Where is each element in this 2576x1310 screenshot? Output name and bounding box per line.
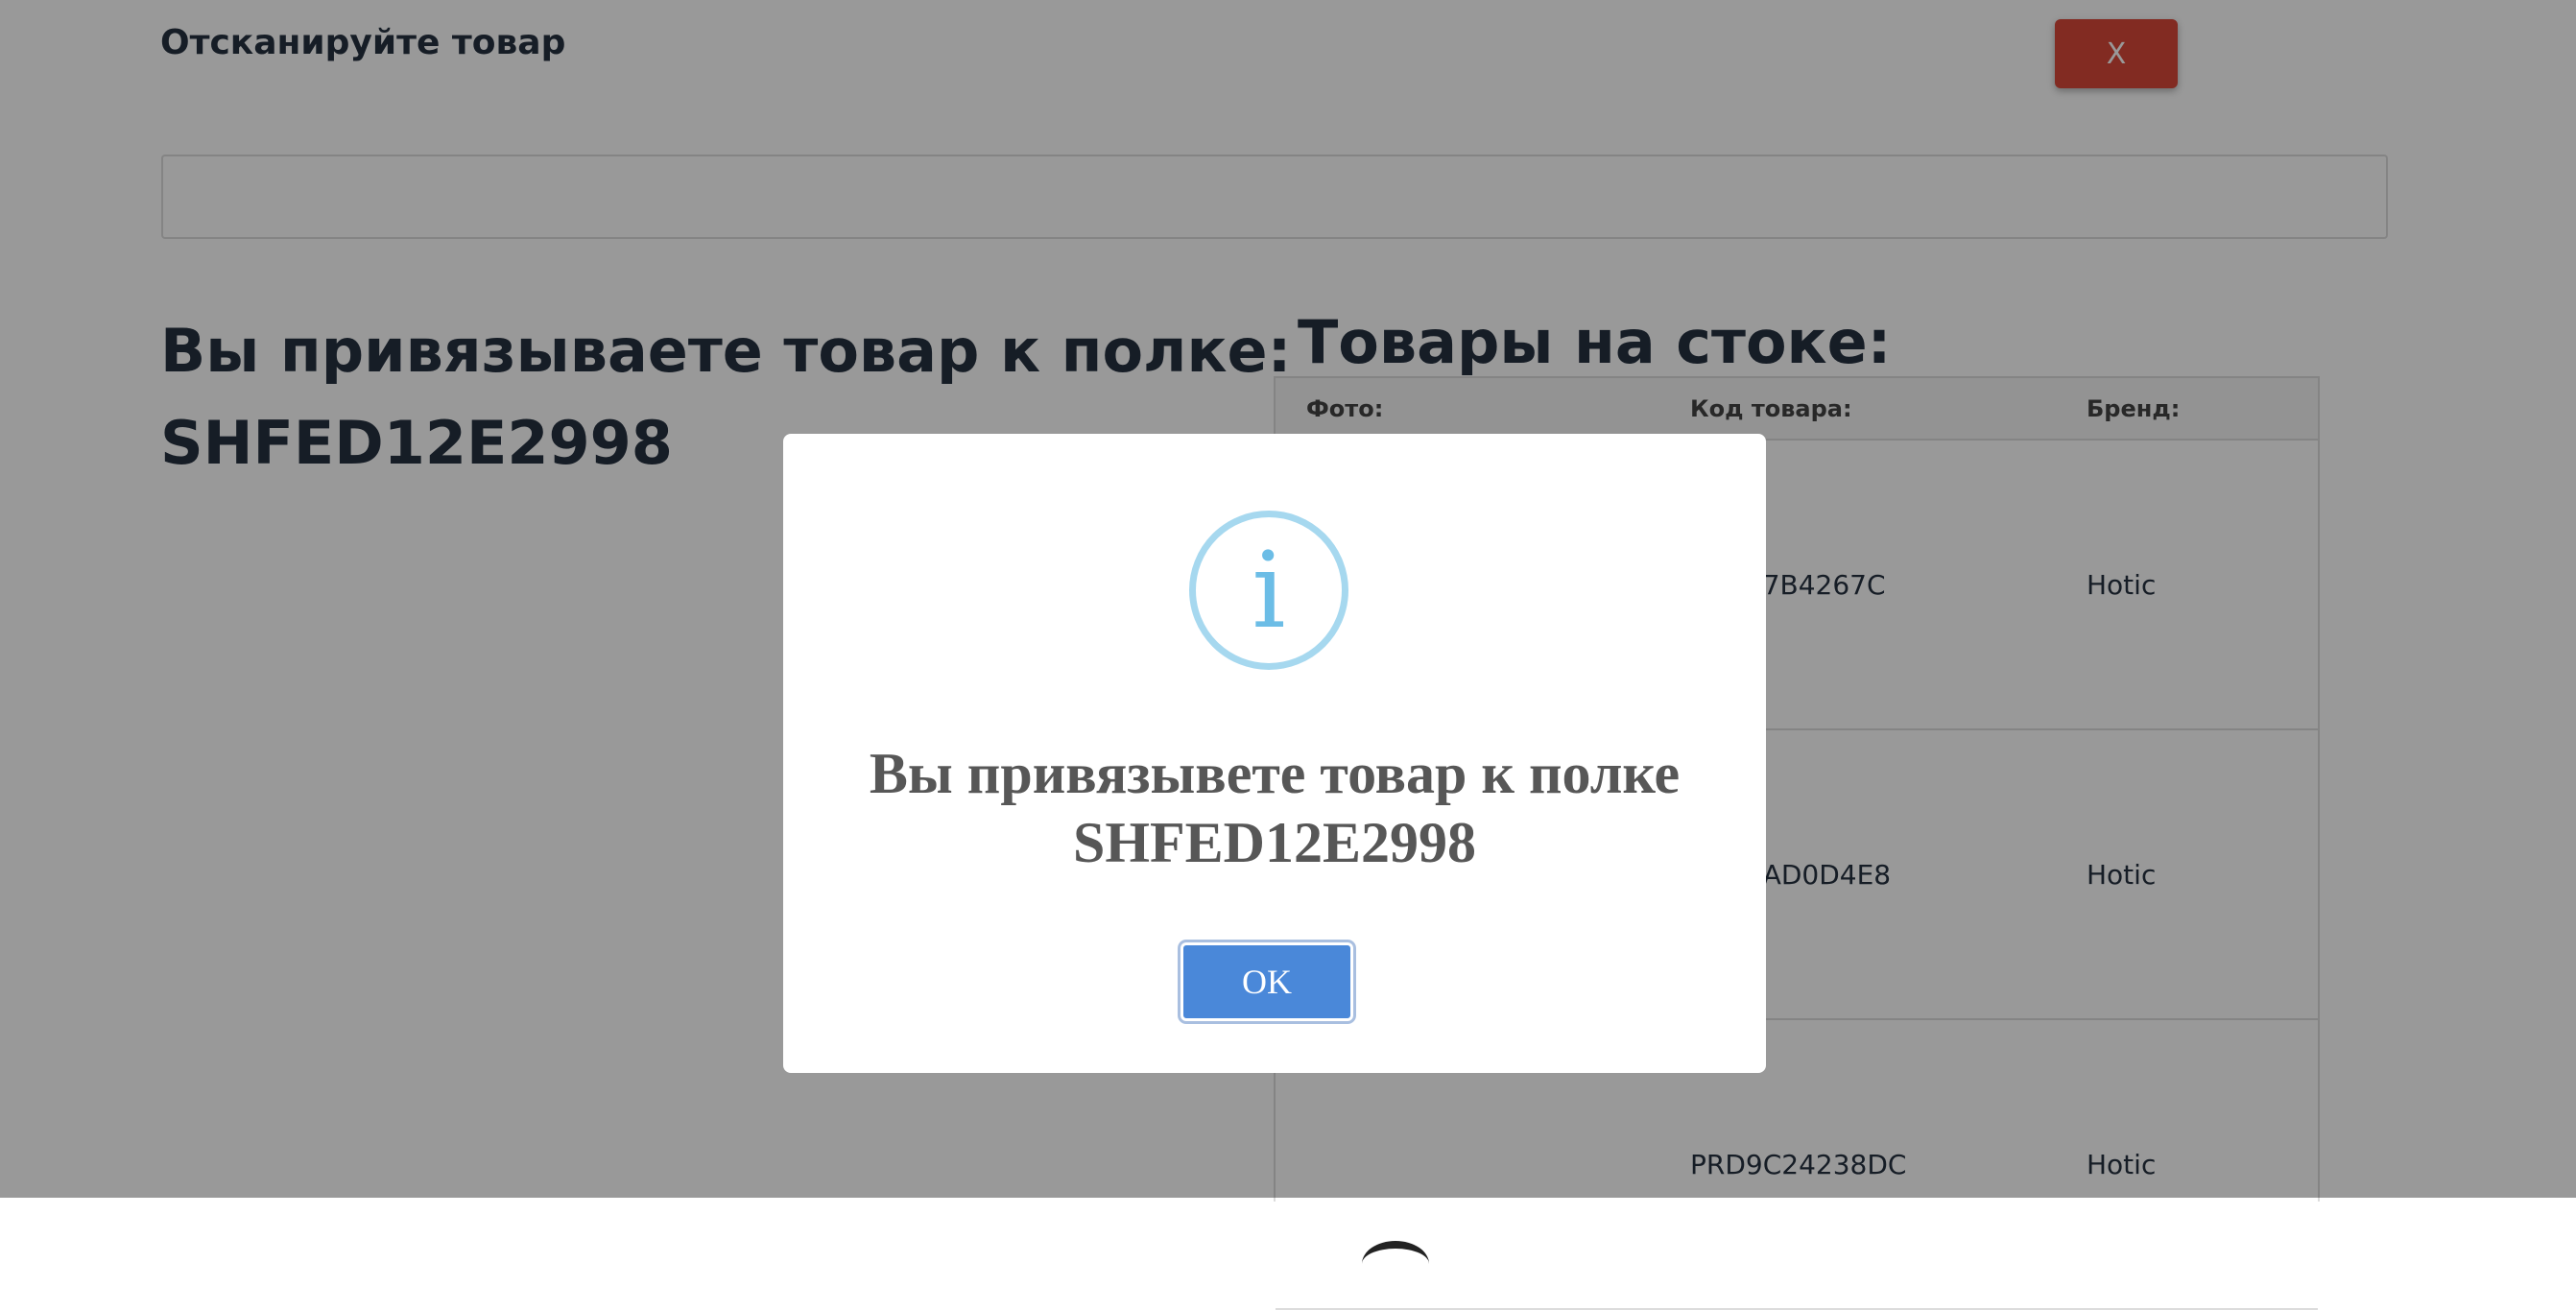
dialog-title-text: Вы привязывете товар к полке	[869, 742, 1681, 805]
dialog-title: Вы привязывете товар к полке SHFED12E299…	[783, 739, 1766, 877]
info-icon: i	[1189, 511, 1348, 670]
ok-button[interactable]: OK	[1181, 942, 1353, 1021]
dialog-shelf-code: SHFED12E2998	[1072, 811, 1477, 874]
product-photo	[1362, 1241, 1429, 1287]
info-dialog: i Вы привязывете товар к полке SHFED12E2…	[783, 434, 1766, 1073]
